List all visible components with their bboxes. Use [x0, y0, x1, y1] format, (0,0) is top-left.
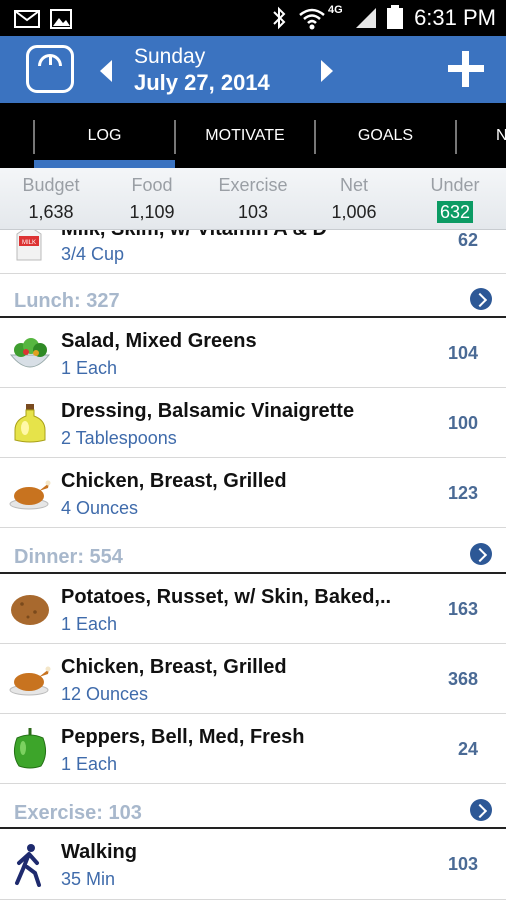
food-name: Milk, Skim, w/ Vitamin A & D	[61, 230, 327, 241]
under-label: Under	[430, 175, 480, 195]
calorie-summary: Budget 1,638 Food 1,109 Exercise 103 Net…	[0, 168, 506, 230]
food-calories: 104	[447, 343, 478, 363]
net-value: 1,006	[331, 202, 377, 222]
food-value: 1,109	[129, 202, 175, 222]
meal-section-lunch[interactable]: Lunch: 327	[0, 274, 506, 318]
app-screen: 4G 6:31 PM Sunday July 27, 2014 LOG MOTI…	[0, 0, 506, 900]
food-quantity: 1 Each	[61, 358, 118, 378]
mail-icon	[14, 10, 40, 28]
bell-pepper-icon	[13, 728, 47, 769]
date-label[interactable]: July 27, 2014	[134, 70, 270, 96]
meal-section-dinner[interactable]: Dinner: 554	[0, 528, 506, 574]
exercise-calories: 103	[447, 854, 478, 874]
food-quantity: 4 Ounces	[61, 498, 139, 518]
food-calories: 123	[447, 483, 478, 503]
food-name: Chicken, Breast, Grilled	[61, 470, 287, 492]
chevron-left-icon[interactable]	[100, 60, 112, 82]
tab-log[interactable]: LOG	[35, 103, 174, 168]
food-quantity: 1 Each	[61, 754, 118, 774]
summary-exercise: Exercise 103	[210, 168, 296, 223]
food-name: Potatoes, Russet, w/ Skin, Baked,..	[61, 586, 392, 608]
food-name: Chicken, Breast, Grilled	[61, 656, 287, 678]
arrow-right-circle-icon[interactable]	[470, 543, 492, 565]
day-name: Sunday	[134, 45, 206, 68]
food-calories: 368	[447, 669, 478, 689]
arrow-right-circle-icon[interactable]	[470, 799, 492, 821]
wifi-icon	[299, 8, 325, 30]
food-quantity: 2 Tablespoons	[61, 428, 177, 448]
tab-next[interactable]: N	[496, 103, 506, 168]
arrow-right-circle-icon[interactable]	[470, 288, 492, 310]
active-tab-indicator	[34, 160, 175, 168]
app-header: Sunday July 27, 2014	[0, 36, 506, 103]
status-bar: 4G 6:31 PM	[0, 0, 506, 36]
plus-icon[interactable]	[447, 50, 485, 88]
bluetooth-icon	[273, 6, 286, 30]
food-calories: 163	[447, 599, 478, 619]
exercise-value: 103	[237, 202, 269, 222]
svg-text:MILK: MILK	[22, 240, 36, 246]
exercise-label: Exercise	[218, 175, 288, 195]
roast-chicken-icon	[9, 480, 51, 510]
exercise-duration: 35 Min	[61, 869, 116, 889]
summary-budget: Budget 1,638	[8, 168, 94, 223]
walking-person-icon	[15, 844, 41, 887]
scale-icon[interactable]	[26, 45, 74, 93]
food-name: Peppers, Bell, Med, Fresh	[61, 726, 305, 748]
tab-bar: LOG MOTIVATE GOALS N	[0, 103, 506, 168]
food-calories: 62	[457, 230, 478, 250]
summary-food: Food 1,109	[109, 168, 195, 223]
potato-icon	[11, 595, 49, 625]
food-quantity: 12 Ounces	[61, 684, 149, 704]
tab-goals[interactable]: GOALS	[316, 103, 455, 168]
list-item[interactable]: Dressing, Balsamic Vinaigrette 2 Tablesp…	[0, 388, 506, 458]
list-item[interactable]: MILK Milk, Skim, w/ Vitamin A & D 3/4 Cu…	[0, 230, 506, 274]
list-item[interactable]: Potatoes, Russet, w/ Skin, Baked,.. 1 Ea…	[0, 574, 506, 644]
food-name: Dressing, Balsamic Vinaigrette	[61, 400, 355, 422]
summary-net: Net 1,006	[311, 168, 397, 223]
food-calories: 24	[457, 739, 478, 759]
tab-divider	[455, 120, 457, 154]
battery-icon	[387, 5, 403, 29]
signal-icon	[356, 8, 376, 28]
list-item[interactable]: Walking 35 Min 103	[0, 829, 506, 900]
list-item[interactable]: Salad, Mixed Greens 1 Each 104	[0, 318, 506, 388]
section-title: Exercise: 103	[14, 802, 142, 824]
oil-bottle-icon	[14, 404, 46, 443]
chevron-right-icon[interactable]	[321, 60, 333, 82]
budget-label: Budget	[22, 175, 80, 195]
list-item[interactable]: Chicken, Breast, Grilled 12 Ounces 368	[0, 644, 506, 714]
food-log-list[interactable]: MILK Milk, Skim, w/ Vitamin A & D 3/4 Cu…	[0, 230, 506, 900]
section-title: Dinner: 554	[14, 546, 123, 568]
budget-value: 1,638	[28, 202, 74, 222]
summary-under: Under 632	[412, 168, 498, 223]
food-calories: 100	[447, 413, 478, 433]
under-badge: 632	[436, 201, 474, 223]
food-quantity: 1 Each	[61, 614, 118, 634]
salad-bowl-icon	[9, 338, 51, 368]
list-item[interactable]: Peppers, Bell, Med, Fresh 1 Each 24	[0, 714, 506, 784]
section-title: Lunch: 327	[14, 290, 120, 312]
image-icon	[50, 9, 72, 29]
status-time: 6:31 PM	[414, 5, 496, 30]
meal-section-exercise[interactable]: Exercise: 103	[0, 784, 506, 829]
exercise-name: Walking	[61, 841, 137, 863]
net-label: Net	[339, 175, 368, 195]
tab-motivate[interactable]: MOTIVATE	[176, 103, 314, 168]
roast-chicken-icon	[9, 666, 51, 696]
network-type-label: 4G	[328, 4, 343, 16]
food-name: Salad, Mixed Greens	[61, 330, 257, 352]
food-label: Food	[131, 175, 173, 195]
list-item[interactable]: Chicken, Breast, Grilled 4 Ounces 123	[0, 458, 506, 528]
milk-carton-icon: MILK	[16, 230, 42, 261]
food-quantity: 3/4 Cup	[61, 244, 125, 264]
